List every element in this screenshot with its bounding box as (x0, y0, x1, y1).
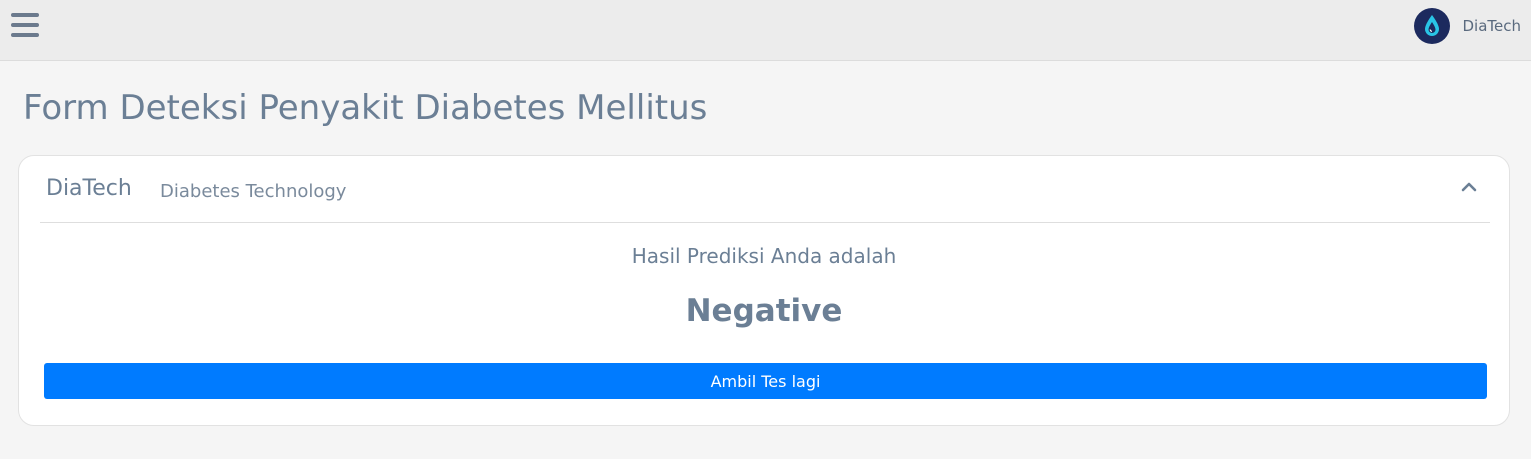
card-subtitle: Diabetes Technology (160, 181, 347, 202)
user-name: DiaTech (1462, 17, 1521, 35)
droplet-logo-icon (1414, 8, 1451, 44)
user-menu[interactable]: DiaTech (1414, 8, 1521, 44)
result-value: Negative (685, 293, 843, 329)
chevron-up-icon (1461, 182, 1477, 192)
card-header: DiaTech Diabetes Technology (40, 156, 1490, 223)
result-card: DiaTech Diabetes Technology Hasil Predik… (18, 155, 1510, 426)
top-navbar: DiaTech (0, 0, 1531, 61)
retake-test-button[interactable]: Ambil Tes lagi (44, 363, 1487, 399)
page-title: Form Deteksi Penyakit Diabetes Mellitus (23, 88, 708, 128)
result-label: Hasil Prediksi Anda adalah (631, 244, 897, 268)
card-title: DiaTech (46, 176, 132, 201)
collapse-button[interactable] (1458, 176, 1480, 198)
hamburger-menu-icon[interactable] (11, 13, 39, 38)
